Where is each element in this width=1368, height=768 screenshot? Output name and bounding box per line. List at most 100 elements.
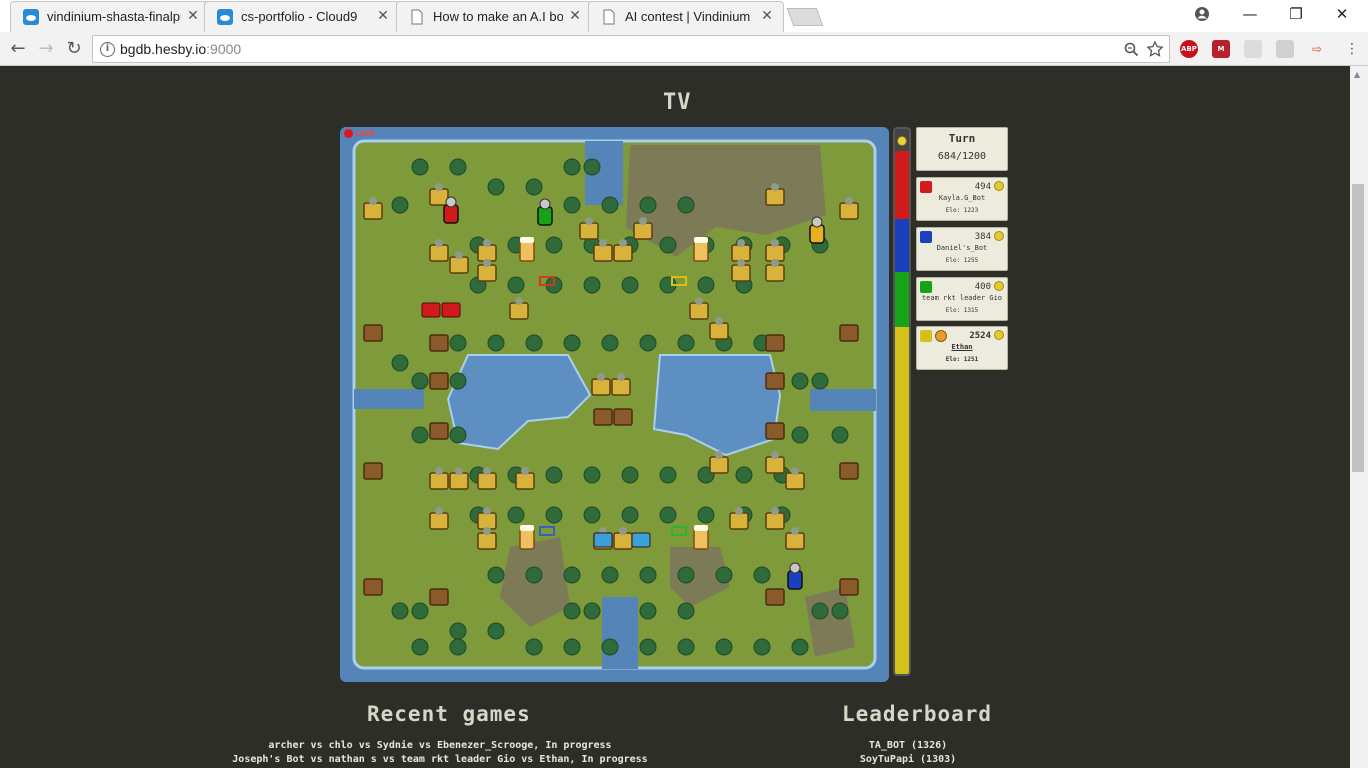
minimize-button[interactable]: — <box>1236 3 1264 25</box>
leaderboard-heading: Leaderboard <box>842 702 993 726</box>
goblin-icon <box>435 183 443 191</box>
tree-icon <box>411 638 429 656</box>
player-gold: 2524 <box>969 331 991 341</box>
close-icon[interactable]: ✕ <box>185 8 201 24</box>
tree-icon <box>697 276 715 294</box>
gold-mine-icon <box>689 302 709 320</box>
water-inlet <box>810 389 876 411</box>
leaderboard-entry[interactable]: TA_BOT (1326) <box>808 739 1008 753</box>
mega-extension-icon[interactable]: M <box>1212 40 1230 58</box>
player-name-link[interactable]: Ethan <box>917 343 1007 351</box>
gold-mine-icon <box>429 512 449 530</box>
turn-panel: Turn 684/1200 <box>916 127 1008 171</box>
goblin-icon <box>715 451 723 459</box>
wooden-chest-icon <box>429 422 449 440</box>
gold-share-segment <box>895 272 909 327</box>
gold-mine-icon <box>765 264 785 282</box>
tree-icon <box>563 566 581 584</box>
tree-icon <box>639 566 657 584</box>
gold-mine-icon <box>579 222 599 240</box>
tree-icon <box>621 276 639 294</box>
beer-foam-icon <box>694 237 708 243</box>
hero-red-icon <box>920 181 932 193</box>
gold-mine-icon <box>477 472 497 490</box>
goblin-icon <box>715 317 723 325</box>
close-icon[interactable]: ✕ <box>567 8 583 24</box>
tab-cs-portfolio[interactable]: cs-portfolio - Cloud9 ✕ <box>204 1 400 32</box>
gold-mine-icon <box>729 512 749 530</box>
tab-vindinium-shasta[interactable]: vindinium-shasta-finalpro ✕ <box>10 1 210 32</box>
back-icon[interactable]: ← <box>6 37 30 61</box>
scroll-up-icon[interactable]: ▲ <box>1354 70 1360 79</box>
tree-icon <box>831 602 849 620</box>
close-icon[interactable]: ✕ <box>759 8 775 24</box>
close-icon[interactable]: ✕ <box>375 8 391 24</box>
player-name: Kayla.G_Bot <box>938 194 986 202</box>
goblin-icon <box>483 507 491 515</box>
wooden-chest-icon <box>593 408 613 426</box>
cast-icon[interactable] <box>1244 40 1262 58</box>
player-card-3: 400 team rkt leader Gio Elo: 1315 <box>916 277 1008 321</box>
tavern-beer-icon <box>693 528 709 550</box>
info-icon[interactable]: i <box>100 42 115 57</box>
coin-icon <box>994 330 1004 340</box>
gold-share-segment <box>895 327 909 674</box>
tab-how-to-make-bot[interactable]: How to make an A.I bot ✕ <box>396 1 592 32</box>
tree-icon <box>639 334 657 352</box>
gold-mine-icon <box>731 244 751 262</box>
tree-icon <box>563 602 581 620</box>
wooden-chest-icon <box>363 324 383 342</box>
bookmark-star-icon[interactable] <box>1147 41 1163 57</box>
tree-icon <box>449 426 467 444</box>
gold-mine-icon <box>785 532 805 550</box>
tree-icon <box>831 426 849 444</box>
extension-icon[interactable] <box>1276 40 1294 58</box>
gold-mine-icon <box>429 244 449 262</box>
adblock-icon[interactable]: ABP <box>1180 40 1198 58</box>
goblin-icon <box>483 259 491 267</box>
player-gold: 494 <box>974 182 991 192</box>
gold-mine-icon <box>591 378 611 396</box>
share-extension-icon[interactable]: ⇨ <box>1308 40 1326 58</box>
recent-game-link[interactable]: Joseph's Bot vs nathan s vs team rkt lea… <box>200 753 680 767</box>
new-tab-button[interactable] <box>786 8 824 26</box>
address-bar[interactable]: i bgdb.hesby.io:9000 <box>92 35 1170 63</box>
forward-icon[interactable]: → <box>34 37 58 61</box>
gold-mine-icon <box>429 188 449 206</box>
turn-value: 684/1200 <box>937 151 987 162</box>
leaderboard-entry[interactable]: SoyTuPapi (1303) <box>808 753 1008 767</box>
tab-vindinium-active[interactable]: AI contest | Vindinium ✕ <box>588 1 784 32</box>
page-scrollbar[interactable]: ▲ <box>1350 66 1368 768</box>
tree-icon <box>697 506 715 524</box>
zoom-icon[interactable] <box>1124 42 1139 57</box>
hero-green-icon <box>920 281 932 293</box>
gold-share-bar <box>893 127 911 676</box>
tree-icon <box>601 638 619 656</box>
wooden-chest-icon <box>429 372 449 390</box>
browser-toolbar: ← → ↻ i bgdb.hesby.io:9000 ABP M ⇨ ⋮ <box>0 32 1368 66</box>
reload-icon[interactable]: ↻ <box>62 37 86 61</box>
close-window-button[interactable]: ✕ <box>1328 3 1356 25</box>
gold-mine-icon <box>709 456 729 474</box>
player-elo: Elo: 1251 <box>945 356 979 363</box>
restore-button[interactable]: ❐ <box>1282 3 1310 25</box>
wooden-chest-icon <box>429 588 449 606</box>
tree-icon <box>715 566 733 584</box>
tree-icon <box>753 566 771 584</box>
goblin-icon <box>737 239 745 247</box>
recent-game-link[interactable]: archer vs chlo vs Sydnie vs Ebenezer_Scr… <box>200 739 680 753</box>
leaderboard-list: TA_BOT (1326) SoyTuPapi (1303) <box>808 739 1008 767</box>
menu-icon[interactable]: ⋮ <box>1340 37 1364 61</box>
profile-icon[interactable] <box>1188 3 1216 25</box>
tree-icon <box>563 158 581 176</box>
hero-yellow-icon <box>809 224 825 244</box>
tree-icon <box>411 158 429 176</box>
goblin-icon <box>619 527 627 535</box>
hero-helmet-icon <box>811 216 823 228</box>
goblin-icon <box>435 507 443 515</box>
gold-mine-icon <box>839 202 859 220</box>
player-name: Daniel's_Bot <box>936 244 988 252</box>
scrollbar-thumb[interactable] <box>1352 184 1364 472</box>
tree-icon <box>659 506 677 524</box>
goblin-icon <box>771 183 779 191</box>
